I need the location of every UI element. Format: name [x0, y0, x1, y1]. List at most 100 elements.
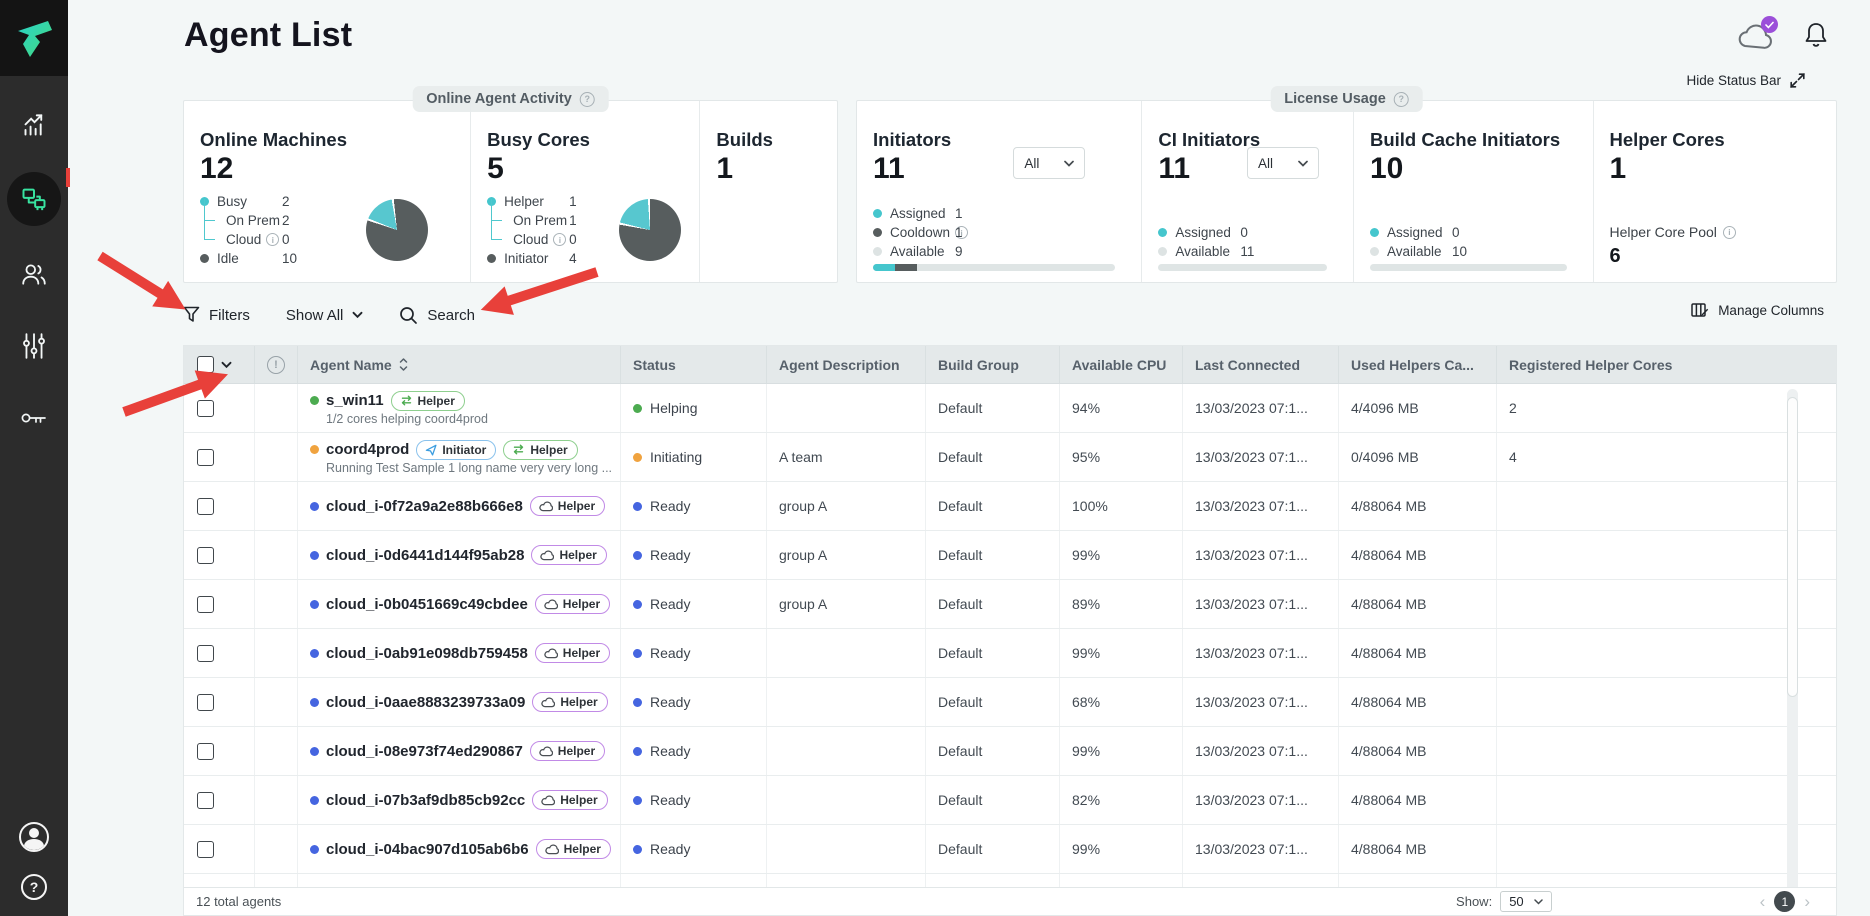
row-checkbox[interactable]	[197, 547, 214, 564]
status-label: Ready	[650, 498, 690, 514]
table-row[interactable]: cloud_i-08e973f74ed290867HelperReadyDefa…	[184, 727, 1836, 776]
table-row[interactable]: cloud_i-0b0451669c49cbdeeHelperReadygrou…	[184, 580, 1836, 629]
notifications-button[interactable]	[1804, 21, 1828, 54]
helper-cores-section: Helper Cores 1 Helper Core Pool 6	[1593, 101, 1837, 282]
table-row[interactable]: cloud_i-04bac907d105ab6b6HelperReadyDefa…	[184, 825, 1836, 874]
page-size-select[interactable]: 50	[1500, 891, 1551, 912]
initiators-filter-select[interactable]: All	[1013, 147, 1085, 179]
agent-name-cell: cloud_i-0f72a9a2e88b666e8Helper	[298, 482, 621, 530]
helper-badge: Helper	[535, 643, 610, 663]
row-select-cell	[184, 384, 255, 432]
cloud-icon	[541, 697, 555, 708]
row-checkbox[interactable]	[197, 498, 214, 515]
description-cell: group A	[767, 531, 926, 579]
status-dot	[633, 796, 642, 805]
chevron-down-icon	[1064, 160, 1074, 167]
initiators-usage-bar	[873, 264, 1115, 271]
status-dot	[633, 453, 642, 462]
empty-cell	[621, 874, 767, 888]
column-header-available-cpu: Available CPU	[1060, 346, 1183, 383]
row-checkbox[interactable]	[197, 694, 214, 711]
status-label: Ready	[650, 743, 690, 759]
ci-initiators-filter-select[interactable]: All	[1247, 147, 1319, 179]
status-label: Helping	[650, 400, 697, 416]
row-select-cell	[184, 776, 255, 824]
helper-badge: Helper	[536, 839, 611, 859]
info-icon[interactable]	[553, 233, 566, 246]
table-row[interactable]: cloud_i-0f72a9a2e88b666e8Helper Ready grou…	[184, 482, 1836, 531]
row-checkbox[interactable]	[197, 449, 214, 466]
available-cpu-cell: 89%	[1060, 580, 1183, 628]
status-dot	[633, 600, 642, 609]
build-group-cell: Default	[926, 727, 1060, 775]
row-alert-cell	[255, 531, 298, 579]
show-all-dropdown[interactable]: Show All	[286, 307, 364, 324]
legend-item: Initiator4	[487, 249, 637, 268]
sidebar-item-users[interactable]	[0, 254, 68, 294]
row-alert-cell	[255, 629, 298, 677]
select-menu-chevron-icon[interactable]	[221, 361, 232, 369]
badge-label: Helper	[559, 547, 596, 563]
sidebar-item-agents-active[interactable]	[7, 172, 61, 226]
filters-label: Filters	[209, 307, 250, 324]
current-page-button[interactable]: 1	[1774, 891, 1795, 912]
prev-page-icon[interactable]: ‹	[1760, 893, 1766, 910]
row-checkbox[interactable]	[197, 841, 214, 858]
available-cpu-cell: 99%	[1060, 531, 1183, 579]
chevron-down-icon	[352, 311, 363, 319]
column-header-status: Status	[621, 346, 767, 383]
legend-item: Idle10	[200, 249, 350, 268]
sidebar-item-help[interactable]	[0, 874, 68, 900]
sidebar-item-settings[interactable]	[0, 326, 68, 366]
license-usage-card: License Usage Initiators 11 All Assigned…	[856, 100, 1837, 283]
row-checkbox[interactable]	[197, 743, 214, 760]
column-header-registered-helper-cores: Registered Helper Cores	[1497, 346, 1836, 383]
row-checkbox[interactable]	[197, 400, 214, 417]
agent-status-dot	[310, 396, 319, 405]
last-connected-cell: 13/03/2023 07:1...	[1183, 384, 1339, 432]
brand-logo-glyph	[14, 16, 54, 60]
next-page-icon[interactable]: ›	[1804, 893, 1810, 910]
initiators-legend: Assigned1 Cooldown1 Available9	[873, 204, 1073, 261]
agent-status-dot	[310, 698, 319, 707]
sidebar-item-profile[interactable]	[0, 822, 68, 852]
cloud-status-button[interactable]	[1734, 20, 1776, 54]
agent-name: cloud_i-0b0451669c49cbdee	[326, 596, 528, 613]
search-button[interactable]: Search	[399, 306, 475, 325]
agent-name: cloud_i-0d6441d144f95ab28	[326, 547, 524, 564]
table-row[interactable]: cloud_i-0aae8883239733a09HelperReadyDefa…	[184, 678, 1836, 727]
cloud-icon	[540, 550, 554, 561]
row-checkbox[interactable]	[197, 792, 214, 809]
select-all-checkbox[interactable]	[197, 356, 214, 373]
last-connected-cell: 13/03/2023 07:1...	[1183, 678, 1339, 726]
used-helpers-cell: 4/88064 MB	[1339, 629, 1497, 677]
arrow-to-filters	[100, 256, 164, 296]
table-scrollbar[interactable]	[1787, 389, 1798, 915]
manage-columns-button[interactable]: Manage Columns	[1691, 302, 1824, 319]
info-icon[interactable]	[266, 233, 279, 246]
table-row[interactable]: coord4prodInitiatorHelperRunning Test Sa…	[184, 433, 1836, 482]
info-icon[interactable]	[1723, 226, 1736, 239]
filters-button[interactable]: Filters	[183, 306, 250, 324]
helper-cores-value: 1	[1610, 154, 1837, 184]
description-cell: group A	[767, 482, 926, 530]
sidebar-item-analytics[interactable]	[0, 105, 68, 145]
table-row[interactable]: cloud_i-0ab91e098db759458HelperReadyDefa…	[184, 629, 1836, 678]
table-row[interactable]: cloud_i-07b3af9db85cb92ccHelperReadyDefa…	[184, 776, 1836, 825]
sidebar-item-keys[interactable]	[0, 398, 68, 438]
table-row[interactable]: cloud_i-0d6441d144f95ab28HelperReadygrou…	[184, 531, 1836, 580]
column-header-agent-name[interactable]: Agent Name	[298, 346, 621, 383]
build-group-cell: Default	[926, 384, 1060, 432]
agent-name: cloud_i-08e973f74ed290867	[326, 743, 523, 760]
helper-badge: Helper	[503, 440, 577, 460]
manage-columns-label: Manage Columns	[1718, 303, 1824, 318]
scrollbar-thumb[interactable]	[1787, 397, 1798, 697]
hide-status-bar-button[interactable]: Hide Status Bar	[1686, 72, 1806, 89]
row-checkbox[interactable]	[197, 596, 214, 613]
row-checkbox[interactable]	[197, 645, 214, 662]
empty-cell	[1183, 874, 1339, 888]
available-cpu-cell: 95%	[1060, 433, 1183, 481]
collapse-icon	[1789, 72, 1806, 89]
table-row[interactable]: s_win11Helper1/2 cores helping coord4pro…	[184, 384, 1836, 433]
status-cell: Ready	[621, 678, 767, 726]
